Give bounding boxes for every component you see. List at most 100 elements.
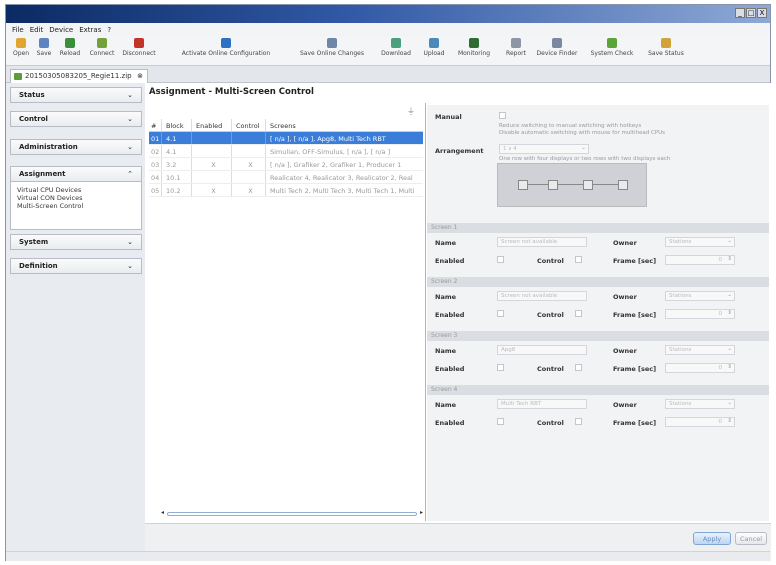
menu-file[interactable]: File bbox=[12, 26, 24, 34]
arrangement-select[interactable]: 1 x 4 ⌄ bbox=[499, 144, 589, 154]
toolbar-device-finder-button[interactable]: Device Finder bbox=[532, 38, 582, 64]
screen-1-frame-spinner[interactable]: 0 ⇕ bbox=[665, 255, 735, 265]
screen-1-control-checkbox[interactable] bbox=[575, 256, 582, 263]
scroll-right-icon[interactable]: ▸ bbox=[420, 509, 423, 516]
title-bar: _ □ X bbox=[6, 5, 770, 23]
screen-1-enabled-checkbox[interactable] bbox=[497, 256, 504, 263]
column-header-enabled[interactable]: Enabled bbox=[191, 119, 231, 131]
screen-4-header: Screen 4 bbox=[427, 385, 769, 395]
sidebar-section-administration[interactable]: Administration ⌄ bbox=[10, 139, 142, 155]
screen-2-owner-select[interactable]: Stations ⌄ bbox=[665, 291, 735, 301]
screen-3-enabled-checkbox[interactable] bbox=[497, 364, 504, 371]
row-enabled bbox=[191, 145, 231, 157]
spinner-arrows-icon: ⇕ bbox=[727, 418, 732, 424]
menu-device[interactable]: Device bbox=[49, 26, 73, 34]
filter-icon[interactable]: ⏚ bbox=[407, 106, 415, 117]
toolbar-report-button[interactable]: Report bbox=[500, 38, 532, 64]
column-header-control[interactable]: Control bbox=[231, 119, 265, 131]
toolbar-upload-button[interactable]: Upload bbox=[416, 38, 452, 64]
sidebar-item-multi-screen-control[interactable]: Multi-Screen Control bbox=[17, 202, 141, 210]
table-row[interactable]: 03 3.2 X X [ n/a ], Grafiker 2, Grafiker… bbox=[149, 158, 423, 171]
screen-4-owner-label: Owner bbox=[613, 401, 637, 409]
sidebar-section-definition[interactable]: Definition ⌄ bbox=[10, 258, 142, 274]
manual-checkbox[interactable] bbox=[499, 112, 506, 119]
file-tab[interactable]: 20150305083205_Regie11.zip ⊗ bbox=[10, 69, 148, 83]
upload-icon bbox=[429, 38, 439, 48]
toolbar-open-button[interactable]: Open bbox=[10, 38, 32, 64]
main-panel: Assignment - Multi-Screen Control ⏚ # Bl… bbox=[145, 83, 771, 561]
maximize-button[interactable]: □ bbox=[746, 8, 756, 18]
device-finder-icon bbox=[552, 38, 562, 48]
screen-2-name-field[interactable]: Screen not available bbox=[497, 291, 587, 301]
chevron-down-icon: ⌄ bbox=[127, 143, 133, 151]
screen-4-enabled-checkbox[interactable] bbox=[497, 418, 504, 425]
menu-help[interactable]: ? bbox=[107, 26, 111, 34]
screen-3-owner-select[interactable]: Stations ⌄ bbox=[665, 345, 735, 355]
screen-3-control-label: Control bbox=[537, 365, 564, 373]
row-screens: [ n/a ], [ n/a ], Apg8, Multi Tech RBT bbox=[265, 132, 423, 144]
sidebar-item-virtual-cpu-devices[interactable]: Virtual CPU Devices bbox=[17, 186, 141, 194]
toolbar-download-button[interactable]: Download bbox=[376, 38, 416, 64]
scrollbar-thumb[interactable] bbox=[167, 512, 417, 516]
menu-extras[interactable]: Extras bbox=[79, 26, 101, 34]
table-row[interactable]: 04 10.1 Realicator 4, Realicator 3, Real… bbox=[149, 171, 423, 184]
sidebar-section-assignment[interactable]: Assignment ⌃ bbox=[10, 166, 142, 182]
monitor-icon bbox=[548, 180, 558, 190]
sidebar-section-system[interactable]: System ⌄ bbox=[10, 234, 142, 250]
close-button[interactable]: X bbox=[757, 8, 767, 18]
toolbar-monitoring-button[interactable]: Monitoring bbox=[452, 38, 496, 64]
screen-2-owner-label: Owner bbox=[613, 293, 637, 301]
screen-4-owner-select[interactable]: Stations ⌄ bbox=[665, 399, 735, 409]
toolbar-disconnect-button[interactable]: Disconnect bbox=[118, 38, 160, 64]
splitter[interactable] bbox=[425, 103, 426, 521]
screen-3-frame-spinner[interactable]: 0 ⇕ bbox=[665, 363, 735, 373]
toolbar-save-button[interactable]: Save bbox=[34, 38, 54, 64]
screen-2-frame-spinner[interactable]: 0 ⇕ bbox=[665, 309, 735, 319]
screen-1-frame-label: Frame [sec] bbox=[613, 257, 657, 265]
screen-4-frame-spinner[interactable]: 0 ⇕ bbox=[665, 417, 735, 427]
monitor-icon bbox=[618, 180, 628, 190]
save-status-icon bbox=[661, 38, 671, 48]
chevron-down-icon: ⌄ bbox=[581, 145, 586, 151]
column-header-block[interactable]: Block bbox=[161, 119, 191, 131]
toolbar-system-check-button[interactable]: System Check bbox=[584, 38, 640, 64]
sidebar-item-virtual-con-devices[interactable]: Virtual CON Devices bbox=[17, 194, 141, 202]
screen-4-name-field[interactable]: Multi Tech RBT bbox=[497, 399, 587, 409]
screen-3-name-field[interactable]: Apg8 bbox=[497, 345, 587, 355]
menu-edit[interactable]: Edit bbox=[30, 26, 44, 34]
column-header-number[interactable]: # bbox=[149, 119, 161, 131]
close-tab-icon[interactable]: ⊗ bbox=[137, 72, 143, 80]
minimize-button[interactable]: _ bbox=[735, 8, 745, 18]
row-enabled bbox=[191, 132, 231, 144]
scroll-left-icon[interactable]: ◂ bbox=[161, 509, 164, 516]
properties-panel: Manual Reduce switching to manual switch… bbox=[427, 105, 769, 521]
check-icon bbox=[607, 38, 617, 48]
column-header-screens[interactable]: Screens bbox=[265, 119, 423, 131]
cancel-button[interactable]: Cancel bbox=[735, 532, 767, 545]
apply-button[interactable]: Apply bbox=[693, 532, 731, 545]
chevron-down-icon: ⌄ bbox=[127, 91, 133, 99]
row-control: X bbox=[231, 158, 265, 170]
table-horizontal-scrollbar[interactable]: ◂ ▸ bbox=[161, 509, 423, 519]
toolbar-connect-button[interactable]: Connect bbox=[86, 38, 118, 64]
screen-1-header: Screen 1 bbox=[427, 223, 769, 233]
screen-2-control-checkbox[interactable] bbox=[575, 310, 582, 317]
screen-3-name-label: Name bbox=[435, 347, 457, 355]
table-row[interactable]: 01 4.1 [ n/a ], [ n/a ], Apg8, Multi Tec… bbox=[149, 132, 423, 145]
sidebar-section-status[interactable]: Status ⌄ bbox=[10, 87, 142, 103]
sidebar-section-control[interactable]: Control ⌄ bbox=[10, 111, 142, 127]
table-row[interactable]: 02 4.1 Simulian, OFF-Simulus, [ n/a ], [… bbox=[149, 145, 423, 158]
row-screens: Multi Tech 2, Multi Tech 3, Multi Tech 1… bbox=[265, 184, 423, 196]
screen-2-enabled-checkbox[interactable] bbox=[497, 310, 504, 317]
screen-1-owner-select[interactable]: Stations ⌄ bbox=[665, 237, 735, 247]
toolbar-save-online-button[interactable]: Save Online Changes bbox=[290, 38, 374, 64]
row-number: 01 bbox=[151, 135, 160, 143]
table-row[interactable]: 05 10.2 X X Multi Tech 2, Multi Tech 3, … bbox=[149, 184, 423, 197]
save-online-icon bbox=[327, 38, 337, 48]
toolbar-activate-button[interactable]: Activate Online Configuration bbox=[162, 38, 290, 64]
screen-1-name-field[interactable]: Screen not available bbox=[497, 237, 587, 247]
screen-3-control-checkbox[interactable] bbox=[575, 364, 582, 371]
screen-4-control-checkbox[interactable] bbox=[575, 418, 582, 425]
toolbar-reload-button[interactable]: Reload bbox=[56, 38, 84, 64]
toolbar-save-status-button[interactable]: Save Status bbox=[642, 38, 690, 64]
